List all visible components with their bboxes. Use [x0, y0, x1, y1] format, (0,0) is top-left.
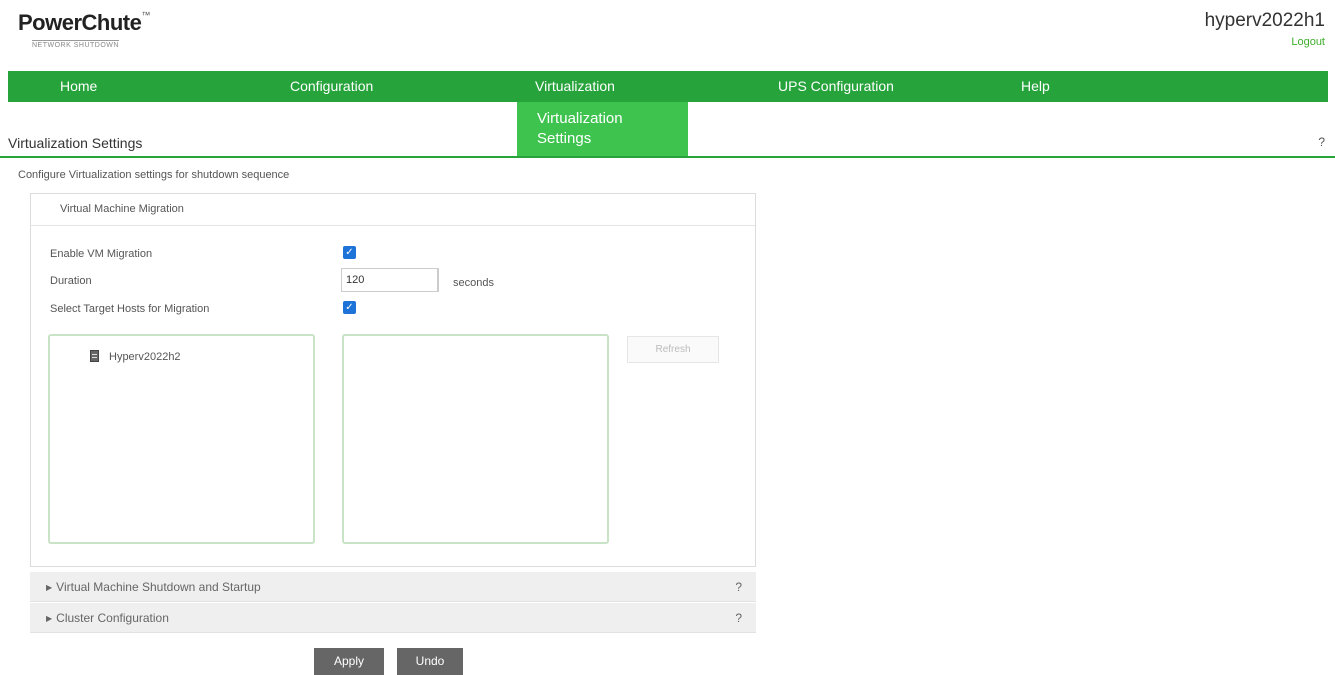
- section-help-button[interactable]: ?: [735, 580, 742, 594]
- undo-button[interactable]: Undo: [397, 648, 463, 675]
- page-title: Virtualization Settings: [8, 135, 143, 151]
- main-nav: Home Configuration Virtualization UPS Co…: [8, 71, 1328, 102]
- enable-vm-migration-checkbox[interactable]: ✓: [343, 246, 356, 259]
- section-label: Cluster Configuration: [56, 611, 169, 625]
- duration-label: Duration: [50, 275, 92, 287]
- nav-help[interactable]: Help: [1021, 71, 1050, 102]
- nav-ups-configuration[interactable]: UPS Configuration: [778, 71, 894, 102]
- logo-text: PowerChute: [18, 10, 142, 35]
- vm-migration-header[interactable]: Virtual Machine Migration: [31, 194, 755, 226]
- logout-link[interactable]: Logout: [1291, 36, 1325, 48]
- selected-hosts-list[interactable]: [342, 334, 609, 544]
- powerchute-logo: PowerChute™ NETWORK SHUTDOWN: [18, 10, 150, 50]
- subnav-label-line1: Virtualization: [537, 110, 623, 127]
- refresh-button[interactable]: Refresh: [627, 336, 719, 363]
- apply-button[interactable]: Apply: [314, 648, 384, 675]
- nav-virtualization[interactable]: Virtualization: [535, 71, 615, 102]
- checkmark-icon: ✓: [345, 302, 354, 313]
- hostname-label: hyperv2022h1: [1204, 10, 1325, 31]
- vm-shutdown-startup-section[interactable]: ▶ Virtual Machine Shutdown and Startup ?: [30, 572, 756, 602]
- logo-subtitle: NETWORK SHUTDOWN: [32, 40, 119, 49]
- host-list-item[interactable]: Hyperv2022h2: [90, 350, 181, 363]
- section-help-button[interactable]: ?: [735, 611, 742, 625]
- triangle-right-icon: ▶: [46, 583, 53, 592]
- available-hosts-list[interactable]: Hyperv2022h2: [48, 334, 315, 544]
- subnav-virtualization-settings[interactable]: Virtualization Settings: [517, 102, 688, 156]
- triangle-right-icon: ▶: [46, 614, 53, 623]
- duration-input[interactable]: [341, 268, 439, 292]
- select-target-hosts-label: Select Target Hosts for Migration: [50, 303, 210, 315]
- section-label: Virtual Machine Shutdown and Startup: [56, 580, 261, 594]
- duration-unit-label: seconds: [453, 277, 494, 289]
- trademark-mark: ™: [141, 10, 151, 20]
- checkmark-icon: ✓: [345, 247, 354, 258]
- title-divider: [0, 156, 1335, 158]
- subnav-label-line2: Settings: [537, 130, 592, 147]
- nav-configuration[interactable]: Configuration: [290, 71, 373, 102]
- nav-home[interactable]: Home: [60, 71, 97, 102]
- server-icon: [90, 350, 99, 362]
- page-help-button[interactable]: ?: [1318, 135, 1325, 149]
- select-target-hosts-checkbox[interactable]: ✓: [343, 301, 356, 314]
- page-description: Configure Virtualization settings for sh…: [18, 169, 290, 181]
- cluster-configuration-section[interactable]: ▶ Cluster Configuration ?: [30, 603, 756, 633]
- enable-vm-migration-label: Enable VM Migration: [50, 248, 153, 260]
- host-item-label: Hyperv2022h2: [109, 351, 181, 363]
